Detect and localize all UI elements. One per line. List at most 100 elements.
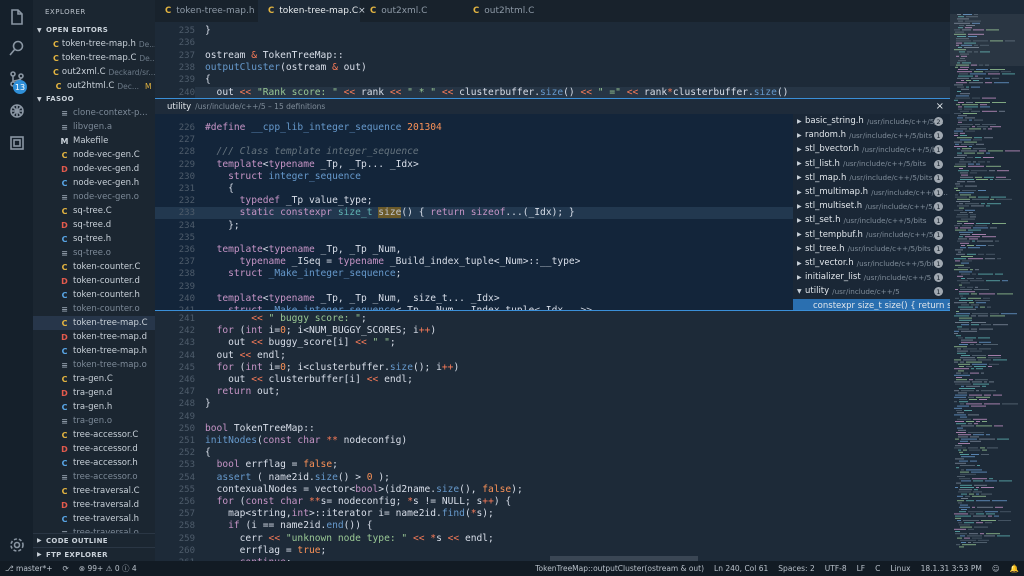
peek-reference-file[interactable]: ▶ stl_tree.h/usr/include/c++/5/bits 1 [793,242,950,256]
minimap-line [968,447,978,449]
file-name: tree-traversal.C [73,486,140,496]
code-outline-header[interactable]: ▶ CODE OUTLINE [33,533,155,547]
peek-reference-file[interactable]: ▶ random.h/usr/include/c++/5/bits 1 [793,128,950,142]
extensions-icon[interactable] [0,126,33,159]
minimap-line [967,245,974,246]
debug-icon[interactable] [0,94,33,127]
ftp-explorer-header[interactable]: ▶ FTP EXPLORER [33,547,155,561]
minimap-line [970,372,979,374]
file-tree-item[interactable]: ≡ token-counter.o [33,302,155,316]
settings-gear-icon[interactable] [0,528,33,561]
peek-reference-file[interactable]: ▶ stl_vector.h/usr/include/c++/5/bits 1 [793,256,950,270]
file-tree-item[interactable]: Dtree-accessor.d [33,442,155,456]
file-tree-item[interactable]: Ctoken-tree-map.C [33,316,155,330]
file-tree-item[interactable]: Ctree-traversal.h [33,512,155,526]
file-tree-item[interactable]: Ctree-traversal.C [33,484,155,498]
sync-icon[interactable]: ⟳ [58,564,74,573]
minimap[interactable] [950,0,1024,561]
file-tree-item[interactable]: Cnode-vec-gen.h [33,176,155,190]
file-tree-item[interactable]: Csq-tree.h [33,232,155,246]
file-tree-item[interactable]: ≡ tra-gen.o [33,414,155,428]
file-tree-item[interactable]: Dsq-tree.d [33,218,155,232]
file-tree-item[interactable]: M Makefile [33,134,155,148]
code-token: " " [372,337,390,349]
open-editor-item[interactable]: Ctoken-tree-map.h De... [33,37,155,51]
minimap-line [966,361,982,363]
code-token: { [205,74,211,86]
file-tree-item[interactable]: ≡ libvgen.a [33,120,155,134]
minimap-line [976,421,980,422]
code-token: "Rank score: " [256,86,344,98]
open-editors-header[interactable]: ▼ OPEN EDITORS [33,23,155,37]
file-tree-item[interactable]: Ctree-accessor.h [33,456,155,470]
peek-reference-match[interactable]: constexpr size_t size() { return siz... [793,298,950,310]
cursor-position[interactable]: Ln 240, Col 61 [709,564,773,573]
tab-out2xml-C[interactable]: Cout2xml.C [360,0,463,22]
file-tree-item[interactable]: Dtoken-counter.d [33,274,155,288]
minimap-line [988,128,992,130]
file-tree-item[interactable]: Dnode-vec-gen.d [33,162,155,176]
file-tree-item[interactable]: ≡ sq-tree.o [33,246,155,260]
peek-reference-file[interactable]: ▶ stl_map.h/usr/include/c++/5/bits 1 [793,171,950,185]
minimap-line [959,344,968,345]
problems-status[interactable]: ⊗ 99+ ⚠ 0 ⓘ 4 [74,563,142,574]
open-editor-item[interactable]: Ctoken-tree-map.CDe... [33,51,155,65]
code-token: buggy_score[i] [268,337,356,349]
file-tree-item[interactable]: ≡ tree-accessor.o [33,470,155,484]
tab-token-tree-map-h[interactable]: Ctoken-tree-map.h [155,0,258,22]
d-file-icon: D [61,500,68,510]
file-tree-item[interactable]: Dtree-traversal.d [33,498,155,512]
minimap-line [963,449,967,451]
tab-token-tree-map-C[interactable]: Ctoken-tree-map.C × [258,0,366,22]
peek-reference-file[interactable]: ▶ initializer_list/usr/include/c++/5 1 [793,270,950,284]
folder-header[interactable]: ▼ FASOO [33,92,155,106]
chevron-right-icon: ▶ [797,245,802,253]
breadcrumb-context[interactable]: TokenTreeMap::outputCluster(ostream & ou… [530,564,709,573]
peek-reference-file[interactable]: ▶ stl_tempbuf.h/usr/include/c++/5/... 1 [793,228,950,242]
tab-out2html-C[interactable]: Cout2html.C [463,0,566,22]
language-status[interactable]: C [870,564,885,573]
search-icon[interactable] [0,31,33,64]
bell-icon[interactable]: 🔔 [1005,564,1024,573]
open-editor-item[interactable]: Cout2html.C Dec... M [33,79,155,93]
file-tree-item[interactable]: Csq-tree.C [33,204,155,218]
minimap-line [957,412,964,414]
peek-reference-file[interactable]: ▶ stl_set.h/usr/include/c++/5/bits 1 [793,213,950,227]
close-icon[interactable]: × [936,101,944,112]
file-tree-item[interactable]: Ctree-accessor.C [33,428,155,442]
peek-reference-file[interactable]: ▶ stl_list.h/usr/include/c++/5/bits 1 [793,157,950,171]
peek-reference-file[interactable]: ▶ stl_bvector.h/usr/include/c++/5/b... 1 [793,142,950,156]
file-tree-item[interactable]: Dtoken-tree-map.d [33,330,155,344]
smiley-icon[interactable]: ☺ [987,564,1005,573]
file-tree-item[interactable]: Ctoken-tree-map.h [33,344,155,358]
open-editor-item[interactable]: Cout2xml.C Deckard/sr... [33,65,155,79]
branch-status[interactable]: ⎇ master*+ [0,564,58,573]
indentation-status[interactable]: Spaces: 2 [773,564,819,573]
file-tree-item[interactable]: Dtra-gen.d [33,386,155,400]
file-tree-item[interactable]: Ctra-gen.h [33,400,155,414]
minimap-line [961,304,969,306]
code-token: _Make_integer_sequence [268,268,396,280]
minimap-line [955,394,967,396]
file-tree-item[interactable]: ≡ clone-context-p... [33,106,155,120]
files-icon[interactable] [0,0,33,33]
minimap-viewport[interactable] [950,14,1024,66]
peek-reference-file[interactable]: ▶ stl_multimap.h/usr/include/c++/5/... 1 [793,185,950,199]
file-tree-item[interactable]: Ctra-gen.C [33,372,155,386]
peek-reference-file[interactable]: ▶ stl_multiset.h/usr/include/c++/5/... 1 [793,199,950,213]
peek-reference-file[interactable]: ▶ basic_string.h/usr/include/c++/5/... 2 [793,114,950,128]
file-tree-item[interactable]: Ctoken-counter.C [33,260,155,274]
encoding-status[interactable]: UTF-8 [820,564,852,573]
peek-reference-file[interactable]: ▼ utility/usr/include/c++/5 1 [793,284,950,298]
file-tree-item[interactable]: ≡ token-tree-map.o [33,358,155,372]
file-tree-item[interactable]: Ctoken-counter.h [33,288,155,302]
file-tree-item[interactable]: Cnode-vec-gen.C [33,148,155,162]
minimap-line [968,258,983,260]
eol-status[interactable]: LF [852,564,871,573]
reference-path: /usr/include/c++/5/... [865,201,943,211]
minimap-line [959,489,972,491]
peek-code[interactable]: 226 #define __cpp_lib_integer_sequence 20… [155,114,793,310]
reference-count-badge: 1 [934,159,943,169]
file-tree-item[interactable]: ≡ node-vec-gen.o [33,190,155,204]
